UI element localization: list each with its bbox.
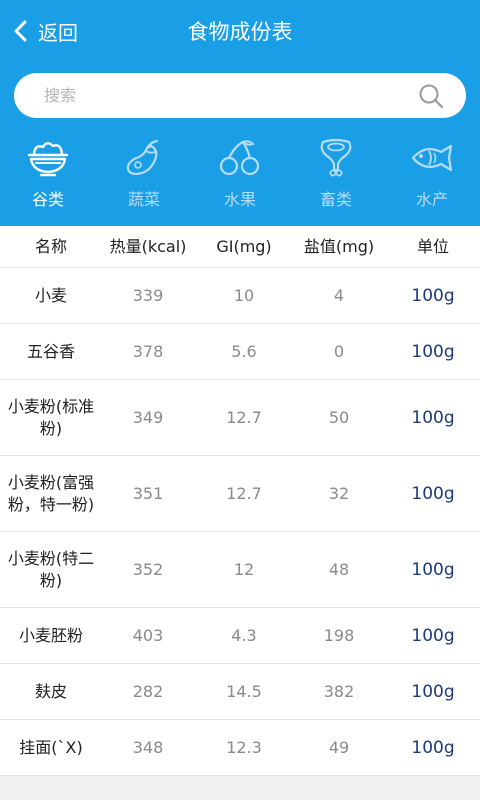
search-bar — [14, 73, 466, 118]
table-row[interactable]: 小麦粉(标准粉) 349 12.7 50 100g — [0, 380, 480, 456]
salt-value: 382 — [323, 681, 355, 701]
salt-value: 0 — [333, 341, 345, 361]
gi-value: 10 — [233, 285, 255, 305]
top-bar: 返回 食物成份表 — [0, 0, 480, 62]
page-title: 食物成份表 — [187, 20, 293, 44]
table-row[interactable]: 五谷香 378 5.6 0 100g — [0, 324, 480, 380]
search-input[interactable] — [44, 73, 404, 118]
food-name: 小麦粉(特二粉) — [7, 548, 95, 590]
calories-value: 349 — [132, 407, 164, 427]
category-tab-seafood[interactable]: 水产 — [392, 136, 472, 216]
gi-value: 12.3 — [226, 737, 262, 757]
category-tab-grains[interactable]: 谷类 — [8, 136, 88, 216]
unit-value: 100g — [411, 483, 455, 504]
category-tab-livestock[interactable]: 畜类 — [296, 136, 376, 216]
unit-value: 100g — [411, 341, 455, 362]
category-label: 水产 — [415, 190, 448, 209]
column-header: 盐值(mg) — [303, 236, 375, 256]
fish-icon — [411, 144, 453, 172]
calories-value: 351 — [132, 483, 164, 503]
food-name: 小麦 — [34, 285, 67, 305]
gi-value: 12 — [233, 559, 255, 579]
calories-value: 352 — [132, 559, 164, 579]
table-header-row: 名称 热量(kcal) GI(mg) 盐值(mg) 单位 — [0, 226, 480, 268]
nutrition-table: 名称 热量(kcal) GI(mg) 盐值(mg) 单位 小麦 339 10 4… — [0, 226, 480, 776]
calories-value: 282 — [132, 681, 164, 701]
category-label: 谷类 — [31, 190, 64, 209]
calories-value: 378 — [132, 341, 164, 361]
food-name: 麸皮 — [34, 681, 67, 701]
salt-value: 48 — [328, 559, 350, 579]
food-name: 五谷香 — [26, 341, 75, 361]
food-name: 挂面(`X) — [19, 737, 83, 757]
category-label: 畜类 — [319, 190, 352, 209]
table-row[interactable]: 小麦 339 10 4 100g — [0, 268, 480, 324]
category-tab-vegetables[interactable]: 蔬菜 — [104, 136, 184, 216]
column-header: GI(mg) — [216, 236, 272, 256]
ham-leg-icon — [320, 138, 352, 177]
table-row[interactable]: 麸皮 282 14.5 382 100g — [0, 664, 480, 720]
category-tab-fruits[interactable]: 水果 — [200, 136, 280, 216]
category-tabs: 谷类 蔬菜 水果 畜类 水产 — [0, 136, 480, 216]
column-header: 热量(kcal) — [109, 236, 187, 256]
table-row[interactable]: 小麦粉(富强粉，特一粉) 351 12.7 32 100g — [0, 456, 480, 532]
table-row[interactable]: 小麦胚粉 403 4.3 198 100g — [0, 608, 480, 664]
table-row[interactable]: 挂面(`X) 348 12.3 49 100g — [0, 720, 480, 776]
gi-value: 12.7 — [226, 483, 262, 503]
calories-value: 403 — [132, 625, 164, 645]
unit-value: 100g — [411, 285, 455, 306]
salt-value: 4 — [333, 285, 345, 305]
unit-value: 100g — [411, 625, 455, 646]
unit-value: 100g — [411, 681, 455, 702]
column-header: 名称 — [34, 236, 67, 256]
unit-value: 100g — [411, 737, 455, 758]
gi-value: 5.6 — [231, 341, 257, 361]
eggplant-icon — [126, 139, 159, 176]
table-row[interactable]: 小麦粉(特二粉) 352 12 48 100g — [0, 532, 480, 608]
salt-value: 32 — [328, 483, 350, 503]
gi-value: 14.5 — [226, 681, 262, 701]
header-bar: 返回 食物成份表 谷类 — [0, 0, 480, 226]
calories-value: 339 — [132, 285, 164, 305]
search-icon[interactable] — [418, 83, 444, 109]
column-header: 单位 — [416, 236, 449, 256]
salt-value: 198 — [323, 625, 355, 645]
gi-value: 4.3 — [231, 625, 257, 645]
category-label: 水果 — [223, 190, 256, 209]
unit-value: 100g — [411, 407, 455, 428]
food-name: 小麦粉(富强粉，特一粉) — [7, 472, 95, 514]
cherry-icon — [219, 140, 260, 176]
salt-value: 49 — [328, 737, 350, 757]
gi-value: 12.7 — [226, 407, 262, 427]
rice-bowl-icon — [27, 142, 69, 177]
category-label: 蔬菜 — [127, 190, 160, 209]
salt-value: 50 — [328, 407, 350, 427]
calories-value: 348 — [132, 737, 164, 757]
food-name: 小麦胚粉 — [18, 625, 83, 645]
food-name: 小麦粉(标准粉) — [7, 396, 95, 438]
unit-value: 100g — [411, 559, 455, 580]
